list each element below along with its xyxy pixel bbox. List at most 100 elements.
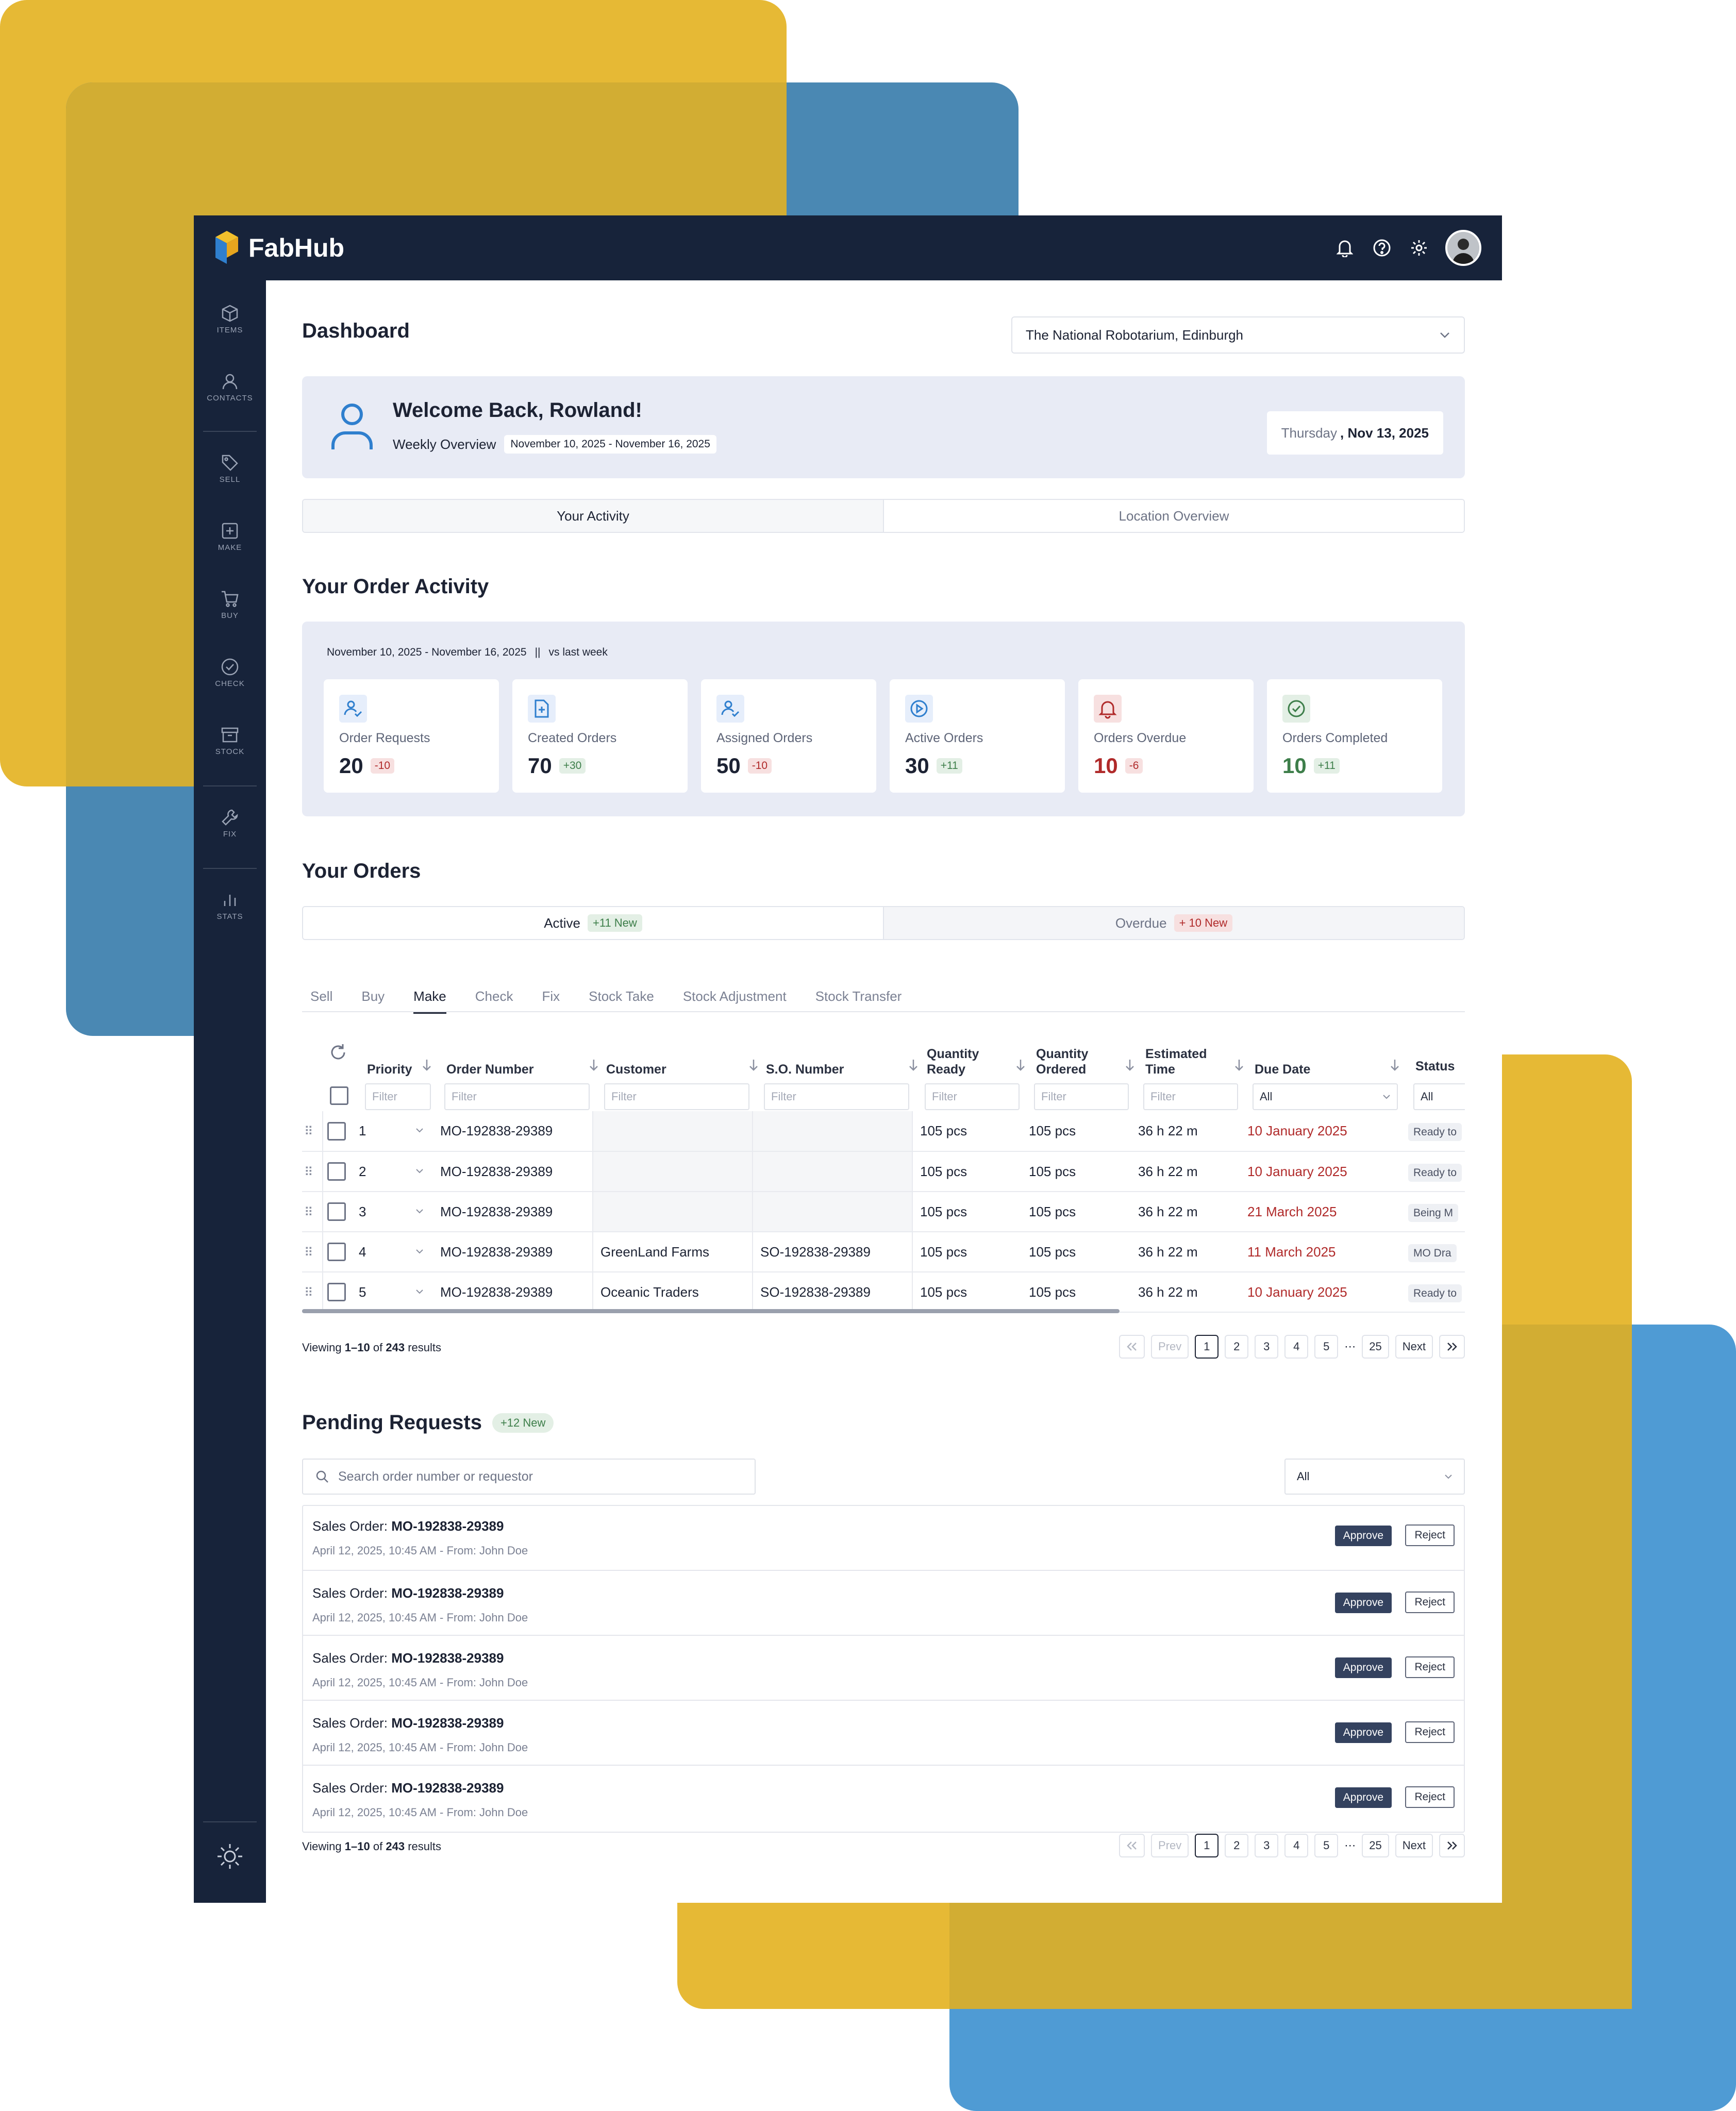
page-5-button[interactable]: 5 [1314, 1335, 1339, 1359]
priority-cell[interactable]: 3 [352, 1192, 433, 1232]
sort-arrow-icon[interactable] [589, 1059, 599, 1072]
sidebar-item-check[interactable]: CHECK [194, 658, 266, 688]
sort-arrow-icon[interactable] [422, 1059, 432, 1072]
column-header-estimated-time[interactable]: Estimated Time [1145, 1046, 1212, 1077]
avatar[interactable] [1445, 230, 1481, 266]
page-2-button[interactable]: 2 [1225, 1335, 1249, 1359]
stat-card-orders-overdue[interactable]: Orders Overdue 10 -6 [1078, 679, 1254, 793]
page-3-button[interactable]: 3 [1255, 1335, 1279, 1359]
column-header-status[interactable]: Status [1415, 1059, 1455, 1074]
subtab-stock-take[interactable]: Stock Take [589, 989, 654, 1014]
column-header-so-number[interactable]: S.O. Number [766, 1062, 844, 1077]
approve-button[interactable]: Approve [1334, 1593, 1392, 1613]
page-3-button[interactable]: 3 [1255, 1834, 1279, 1857]
horizontal-scrollbar[interactable] [302, 1309, 1120, 1313]
subtab-sell[interactable]: Sell [310, 989, 332, 1014]
reject-button[interactable]: Reject [1405, 1656, 1455, 1678]
page-last-button[interactable]: 25 [1362, 1335, 1389, 1359]
subtab-stock-adjustment[interactable]: Stock Adjustment [683, 989, 787, 1014]
row-checkbox[interactable] [327, 1283, 346, 1301]
location-select[interactable]: The National Robotarium, Edinburgh [1011, 316, 1465, 354]
pending-request-item[interactable]: Sales Order: MO-192838-29389 April 12, 20… [302, 1700, 1465, 1765]
filter-estimated-time[interactable]: Filter [1143, 1083, 1238, 1110]
priority-cell[interactable]: 4 [352, 1232, 433, 1272]
prev-page-button[interactable]: Prev [1151, 1335, 1189, 1359]
sort-arrow-icon[interactable] [748, 1059, 759, 1072]
stat-card-active-orders[interactable]: Active Orders 30 +11 [890, 679, 1065, 793]
pending-search-input[interactable]: Search order number or requestor [302, 1459, 756, 1495]
prev-page-button[interactable]: Prev [1151, 1834, 1189, 1857]
sidebar-item-sell[interactable]: SELL [194, 454, 266, 484]
drag-handle-icon[interactable]: ⠿ [304, 1205, 313, 1219]
row-checkbox[interactable] [327, 1243, 346, 1261]
help-icon[interactable] [1371, 237, 1393, 259]
priority-cell[interactable]: 2 [352, 1151, 433, 1192]
pending-request-item[interactable]: Sales Order: MO-192838-29389 April 12, 20… [302, 1504, 1465, 1569]
next-page-button[interactable]: Next [1395, 1834, 1433, 1857]
sidebar-item-items[interactable]: ITEMS [194, 304, 266, 334]
first-page-button[interactable] [1119, 1834, 1145, 1857]
first-page-button[interactable] [1119, 1335, 1145, 1359]
order-number-cell[interactable]: MO-192838-29389 [433, 1232, 593, 1272]
subtab-buy[interactable]: Buy [361, 989, 385, 1014]
column-header-quantity-ready[interactable]: Quantity Ready [927, 1046, 983, 1077]
column-header-priority[interactable]: Priority [367, 1062, 412, 1077]
sort-arrow-icon[interactable] [1125, 1059, 1135, 1072]
table-row[interactable]: ⠿ 1 MO-192838-29389 105 pcs 105 pcs 36 h 22 m… [302, 1111, 1465, 1152]
order-number-cell[interactable]: MO-192838-29389 [433, 1151, 593, 1192]
column-header-customer[interactable]: Customer [606, 1062, 666, 1077]
approve-button[interactable]: Approve [1334, 1787, 1392, 1808]
page-1-button[interactable]: 1 [1195, 1335, 1219, 1359]
approve-button[interactable]: Approve [1334, 1526, 1392, 1546]
sort-arrow-icon[interactable] [1390, 1059, 1400, 1072]
drag-handle-icon[interactable]: ⠿ [304, 1246, 313, 1260]
page-4-button[interactable]: 4 [1284, 1834, 1309, 1857]
sidebar-item-stats[interactable]: STATS [194, 891, 266, 921]
page-5-button[interactable]: 5 [1314, 1834, 1339, 1857]
bell-icon[interactable] [1334, 237, 1356, 259]
page-1-button[interactable]: 1 [1195, 1834, 1219, 1857]
table-row[interactable]: ⠿ 4 MO-192838-29389 GreenLand Farms SO-19283… [302, 1232, 1465, 1272]
filter-quantity-ordered[interactable]: Filter [1034, 1083, 1129, 1110]
column-header-due-date[interactable]: Due Date [1255, 1062, 1310, 1077]
pending-request-item[interactable]: Sales Order: MO-192838-29389 April 12, 20… [302, 1570, 1465, 1635]
filter-priority[interactable]: Filter [365, 1083, 431, 1110]
sidebar-item-buy[interactable]: BUY [194, 590, 266, 620]
reject-button[interactable]: Reject [1405, 1524, 1455, 1546]
subtab-fix[interactable]: Fix [542, 989, 560, 1014]
tab-your-activity[interactable]: Your Activity [303, 500, 883, 532]
sort-arrow-icon[interactable] [908, 1059, 919, 1072]
reject-button[interactable]: Reject [1405, 1721, 1455, 1743]
subtab-check[interactable]: Check [475, 989, 513, 1014]
subtab-make[interactable]: Make [413, 989, 446, 1014]
column-header-quantity-ordered[interactable]: Quantity Ordered [1036, 1046, 1093, 1077]
order-number-cell[interactable]: MO-192838-29389 [433, 1111, 593, 1152]
filter-so-number[interactable]: Filter [764, 1083, 909, 1110]
page-2-button[interactable]: 2 [1225, 1834, 1249, 1857]
last-page-button[interactable] [1439, 1335, 1465, 1359]
column-header-order-number[interactable]: Order Number [446, 1062, 533, 1077]
drag-handle-icon[interactable]: ⠿ [304, 1165, 313, 1179]
filter-status[interactable]: All [1413, 1083, 1465, 1110]
stat-card-created-orders[interactable]: Created Orders 70 +30 [512, 679, 688, 793]
row-checkbox[interactable] [327, 1162, 346, 1181]
pending-filter-select[interactable]: All [1284, 1459, 1465, 1495]
subtab-stock-transfer[interactable]: Stock Transfer [815, 989, 902, 1014]
last-page-button[interactable] [1439, 1834, 1465, 1857]
sidebar-item-make[interactable]: MAKE [194, 522, 266, 552]
order-number-cell[interactable]: MO-192838-29389 [433, 1192, 593, 1232]
filter-order-number[interactable]: Filter [444, 1083, 590, 1110]
tab-overdue[interactable]: Overdue + 10 New [883, 907, 1464, 939]
order-number-cell[interactable]: MO-192838-29389 [433, 1272, 593, 1313]
approve-button[interactable]: Approve [1334, 1722, 1392, 1743]
sort-arrow-icon[interactable] [1015, 1059, 1026, 1072]
select-all-checkbox[interactable] [330, 1086, 348, 1105]
stat-card-order-requests[interactable]: Order Requests 20 -10 [324, 679, 499, 793]
approve-button[interactable]: Approve [1334, 1657, 1392, 1678]
reject-button[interactable]: Reject [1405, 1786, 1455, 1808]
sidebar-item-stock[interactable]: STOCK [194, 726, 266, 756]
drag-handle-icon[interactable]: ⠿ [304, 1125, 313, 1138]
stat-card-orders-completed[interactable]: Orders Completed 10 +11 [1267, 679, 1442, 793]
theme-toggle[interactable] [194, 1842, 266, 1871]
table-row[interactable]: ⠿ 3 MO-192838-29389 105 pcs 105 pcs 36 h 22 m… [302, 1192, 1465, 1232]
